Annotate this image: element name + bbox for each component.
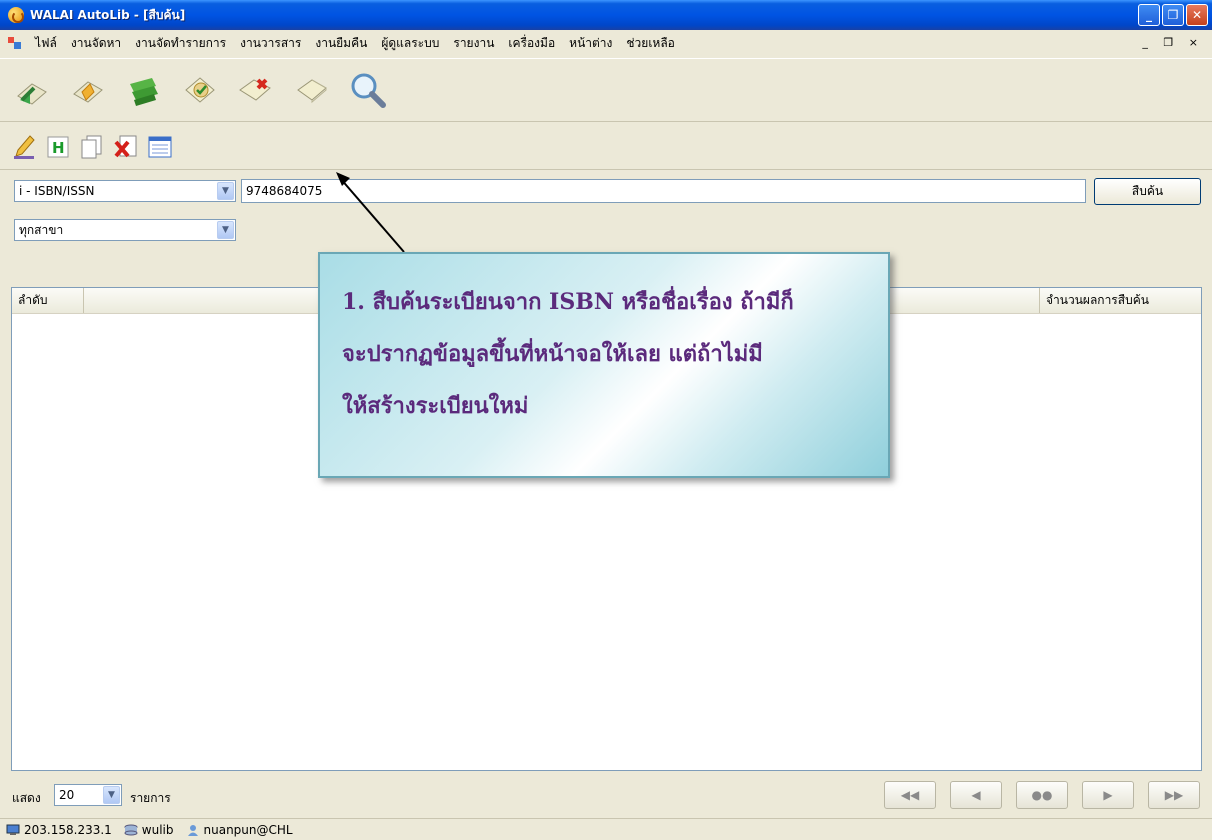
search-field-value: i - ISBN/ISSN (19, 184, 95, 198)
title-bar: WALAI AutoLib - [สืบค้น] _ ❐ ✕ (0, 0, 1212, 30)
branch-value: ทุกสาขา (19, 222, 64, 237)
menu-circulation[interactable]: งานยืมคืน (308, 34, 374, 53)
search-button[interactable]: สืบค้น (1094, 178, 1201, 205)
check-badge-icon[interactable] (180, 70, 220, 110)
money-icon[interactable] (124, 70, 164, 110)
menu-window[interactable]: หน้าต่าง (562, 34, 619, 53)
previous-page-button[interactable]: ◀ (950, 781, 1002, 809)
computer-icon (6, 824, 20, 836)
chevron-down-icon[interactable]: ▼ (103, 786, 120, 804)
chevron-down-icon[interactable]: ▼ (217, 221, 234, 239)
minimize-button[interactable]: _ (1138, 4, 1160, 26)
page-size-label: แสดง (12, 791, 41, 805)
mdi-window-controls[interactable]: _ ❐ × (1142, 36, 1204, 49)
status-server: 203.158.233.1 (6, 823, 112, 837)
double-left-arrow-icon: ◀◀ (900, 788, 920, 802)
menu-help[interactable]: ช่วยเหลือ (619, 34, 682, 53)
window-controls: _ ❐ ✕ (1138, 4, 1208, 26)
callout-line-1: 1. สืบค้นระเบียนจาก ISBN หรือชื่อเรื่อง … (342, 289, 794, 315)
window-title: WALAI AutoLib - [สืบค้น] (30, 7, 186, 22)
chevron-down-icon[interactable]: ▼ (217, 182, 234, 200)
user-name: nuanpun@CHL (203, 822, 293, 837)
column-order[interactable]: ลำดับ (12, 288, 84, 313)
next-page-button[interactable]: ▶ (1082, 781, 1134, 809)
record-toolbar: H (0, 124, 1212, 170)
right-arrow-icon: ▶ (1103, 788, 1113, 802)
status-user: nuanpun@CHL (186, 823, 293, 837)
list-view-icon[interactable] (146, 133, 174, 161)
menu-acquisition[interactable]: งานจัดหา (64, 34, 128, 53)
bookmark-icon[interactable] (68, 70, 108, 110)
acquisition-icon[interactable] (12, 70, 52, 110)
callout-line-2: จะปรากฏข้อมูลขึ้นที่หน้าจอให้เลย แต่ถ้าไ… (342, 341, 763, 367)
find-button[interactable]: ●● (1016, 781, 1068, 809)
menu-serials[interactable]: งานวารสาร (233, 34, 308, 53)
maximize-button[interactable]: ❐ (1162, 4, 1184, 26)
close-button[interactable]: ✕ (1186, 4, 1208, 26)
copy-pages-icon[interactable] (78, 133, 106, 161)
double-right-arrow-icon: ▶▶ (1164, 788, 1184, 802)
branch-select[interactable]: ทุกสาขา ▼ (14, 219, 236, 241)
document-window-icon[interactable] (8, 37, 22, 49)
page-size-value: 20 (59, 788, 75, 802)
delete-x-icon[interactable] (112, 133, 140, 161)
left-arrow-icon: ◀ (971, 788, 981, 802)
first-page-button[interactable]: ◀◀ (884, 781, 936, 809)
menu-tools[interactable]: เครื่องมือ (501, 34, 562, 53)
user-icon (186, 824, 200, 836)
menu-reports[interactable]: รายงาน (446, 34, 501, 53)
page-size-select[interactable]: 20 ▼ (54, 784, 122, 806)
status-bar: 203.158.233.1 wulib nuanpun@CHL (0, 818, 1212, 840)
database-icon (124, 824, 138, 836)
menu-admin[interactable]: ผู้ดูแลระบบ (374, 34, 446, 53)
binoculars-icon: ●● (1031, 788, 1053, 802)
app-logo-icon (8, 7, 24, 23)
callout-line-3: ให้สร้างระเบียนใหม่ (342, 393, 529, 419)
last-page-button[interactable]: ▶▶ (1148, 781, 1200, 809)
menu-cataloging[interactable]: งานจัดทำรายการ (128, 34, 233, 53)
status-database: wulib (124, 823, 174, 837)
svg-text:H: H (52, 139, 65, 157)
menu-file[interactable]: ไฟล์ (28, 34, 64, 53)
menu-bar: ไฟล์ งานจัดหา งานจัดทำรายการ งานวารสาร ง… (0, 30, 1212, 56)
server-ip: 203.158.233.1 (24, 822, 112, 837)
database-name: wulib (141, 822, 174, 837)
edit-pencil-icon[interactable] (10, 133, 38, 161)
header-h-icon[interactable]: H (44, 133, 72, 161)
magnifier-icon[interactable] (348, 70, 388, 110)
instruction-callout: 1. สืบค้นระเบียนจาก ISBN หรือชื่อเรื่อง … (318, 252, 890, 478)
annotation-arrow (336, 172, 405, 253)
delete-badge-icon[interactable] (236, 70, 276, 110)
page-size-unit: รายการ (130, 791, 171, 805)
blank-doc-icon[interactable] (292, 70, 332, 110)
main-toolbar (0, 58, 1212, 122)
search-field-select[interactable]: i - ISBN/ISSN ▼ (14, 180, 236, 202)
column-result-count[interactable]: จำนวนผลการสืบค้น (1039, 288, 1201, 313)
